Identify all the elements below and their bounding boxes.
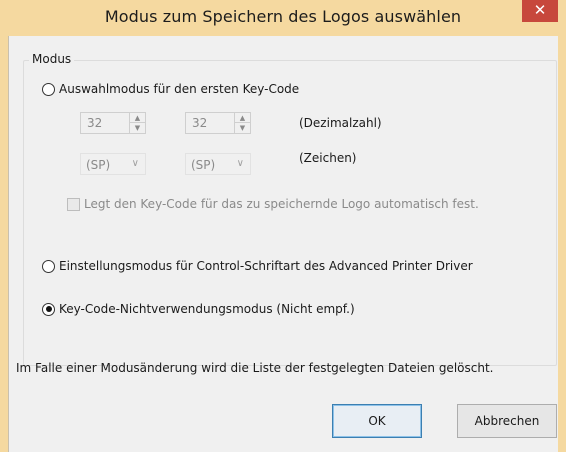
radio-label: Key-Code-Nichtverwendungsmodus (Nicht em… [59, 302, 355, 316]
radio-button-selected[interactable] [42, 302, 55, 316]
keycode-combo-2[interactable]: (SP) ∨ [185, 153, 251, 175]
radio-label: Auswahlmodus für den ersten Key-Code [59, 82, 300, 96]
radio-option-control-font[interactable]: Einstellungsmodus für Control-Schriftart… [42, 259, 473, 273]
ok-button[interactable]: OK [332, 404, 422, 438]
spin-value: 32 [87, 116, 103, 130]
combo-value: (SP) [86, 158, 111, 172]
mode-change-note: Im Falle einer Modusänderung wird die Li… [16, 361, 494, 375]
keycode-spin-1[interactable]: 32 ▲ ▼ [80, 112, 146, 134]
radio-button[interactable] [42, 259, 55, 273]
radio-option-no-keycode[interactable]: Key-Code-Nichtverwendungsmodus (Nicht em… [42, 302, 355, 316]
spin-buttons: ▲ ▼ [234, 113, 250, 133]
keycode-combo-1[interactable]: (SP) ∨ [80, 153, 146, 175]
radio-label: Einstellungsmodus für Control-Schriftart… [59, 259, 473, 273]
mode-group-label: Modus [29, 52, 75, 66]
mode-group-box [23, 60, 557, 366]
dialog-window: Modus zum Speichern des Logos auswählen … [0, 0, 566, 452]
auto-keycode-checkbox[interactable] [67, 197, 80, 211]
char-label: (Zeichen) [299, 151, 357, 165]
chevron-down-icon: ∨ [131, 158, 139, 169]
radio-option-first-keycode[interactable]: Auswahlmodus für den ersten Key-Code [42, 82, 299, 96]
radio-button[interactable] [42, 82, 55, 96]
spin-buttons: ▲ ▼ [129, 113, 145, 133]
spin-value: 32 [192, 116, 208, 130]
keycode-spin-2[interactable]: 32 ▲ ▼ [185, 112, 251, 134]
spin-down-icon[interactable]: ▼ [130, 123, 145, 133]
combo-value: (SP) [191, 158, 216, 172]
spin-down-icon[interactable]: ▼ [235, 123, 250, 133]
decimal-label: (Dezimalzahl) [299, 116, 382, 130]
auto-keycode-checkbox-row[interactable]: Legt den Key-Code für das zu speichernde… [67, 197, 479, 211]
spin-up-icon[interactable]: ▲ [235, 113, 250, 123]
dialog-client-area: Modus Auswahlmodus für den ersten Key-Co… [8, 36, 558, 452]
auto-keycode-label: Legt den Key-Code für das zu speichernde… [84, 197, 479, 211]
spin-up-icon[interactable]: ▲ [130, 113, 145, 123]
close-icon: ✕ [533, 1, 547, 19]
cancel-button[interactable]: Abbrechen [457, 404, 557, 438]
chevron-down-icon: ∨ [236, 158, 244, 169]
title-bar[interactable]: Modus zum Speichern des Logos auswählen … [0, 0, 566, 36]
close-button[interactable]: ✕ [522, 0, 558, 22]
window-title: Modus zum Speichern des Logos auswählen [104, 7, 462, 26]
